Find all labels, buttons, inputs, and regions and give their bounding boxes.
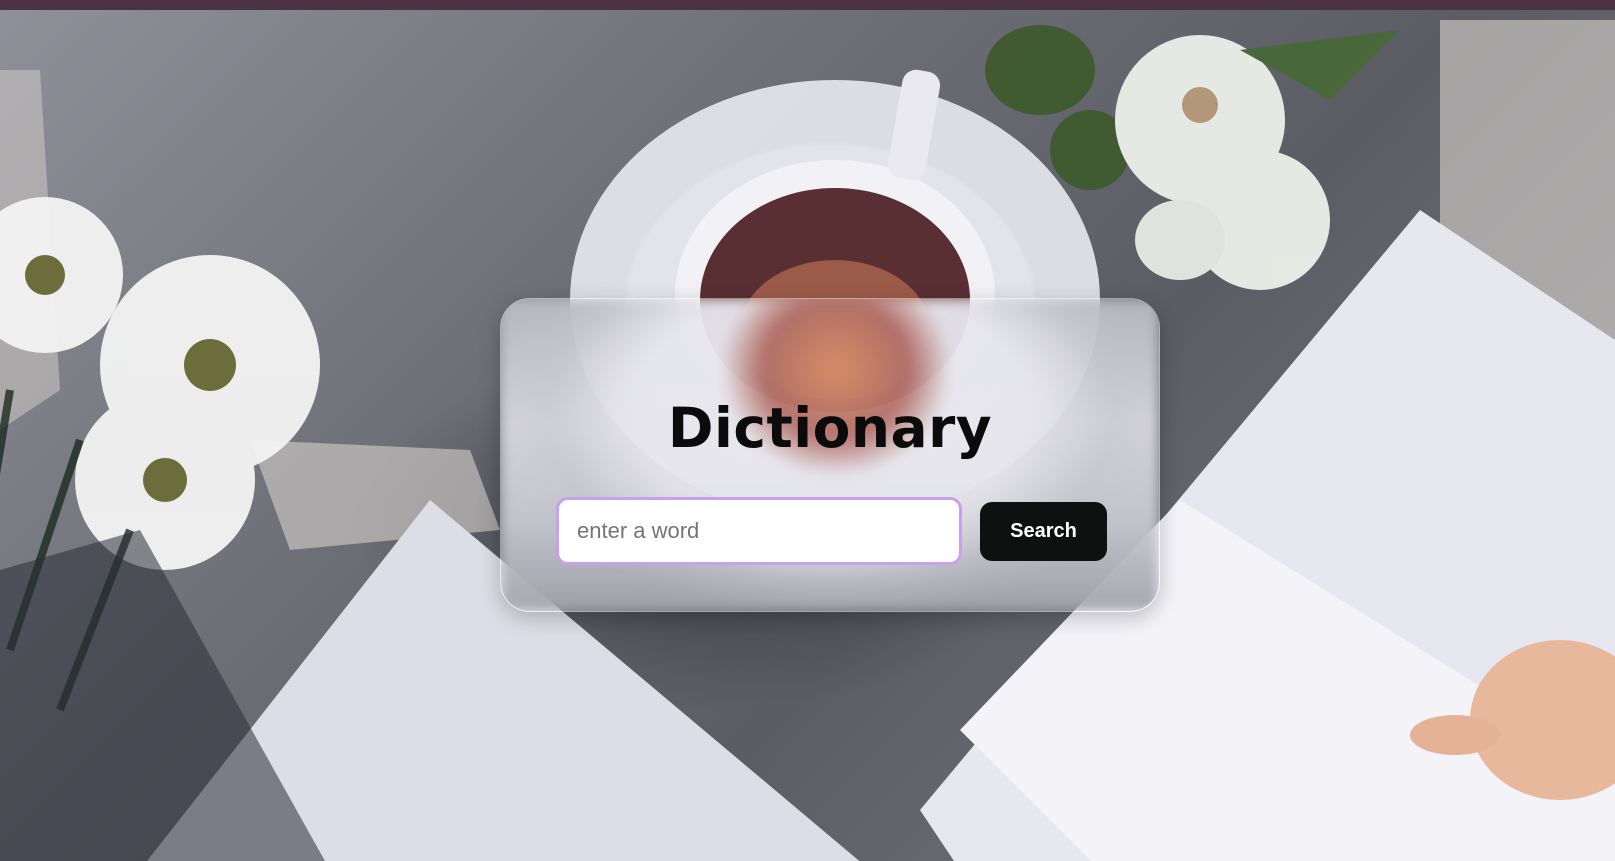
search-button[interactable]: Search [980, 502, 1107, 561]
page: Dictionary Search [0, 0, 1615, 861]
top-bar [0, 0, 1615, 10]
page-title: Dictionary [667, 396, 993, 460]
search-card: Dictionary Search [500, 298, 1160, 612]
card-content: Dictionary Search [501, 299, 1159, 611]
search-input[interactable] [556, 497, 962, 565]
